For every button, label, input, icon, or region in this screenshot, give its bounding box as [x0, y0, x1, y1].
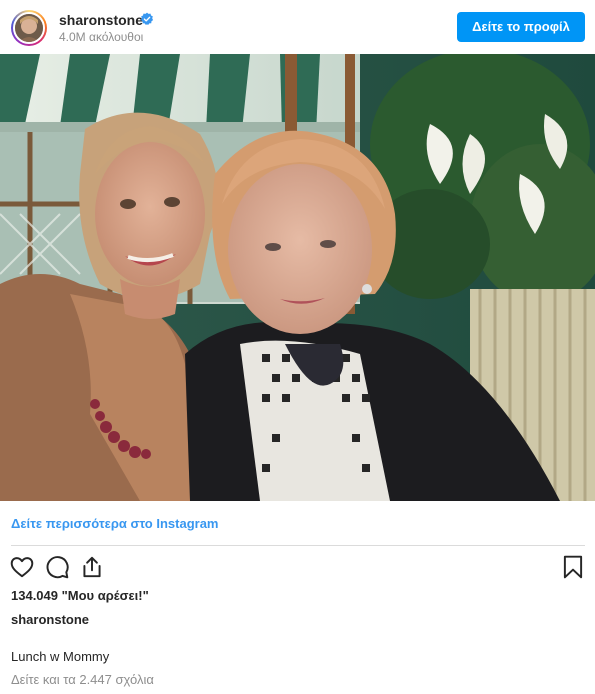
caption-text: Lunch w Mommy: [11, 649, 110, 664]
avatar[interactable]: [11, 10, 47, 46]
verified-badge-icon: [140, 12, 154, 25]
share-icon[interactable]: [79, 554, 105, 580]
like-count[interactable]: 134.049 "Μου αρέσει!": [11, 588, 149, 603]
divider: [11, 545, 585, 546]
follower-count: 4.0M ακόλουθοι: [59, 30, 144, 44]
view-all-comments-link[interactable]: Δείτε και τα 2.447 σχόλια: [11, 672, 154, 687]
heart-icon[interactable]: [9, 554, 35, 580]
comment-icon[interactable]: [44, 554, 70, 580]
bookmark-icon[interactable]: [560, 554, 586, 580]
view-profile-button[interactable]: Δείτε το προφίλ: [457, 12, 585, 42]
caption-username[interactable]: sharonstone: [11, 612, 89, 627]
post-header: sharonstone 4.0M ακόλουθοι Δείτε το προφ…: [0, 0, 595, 54]
see-more-on-instagram-link[interactable]: Δείτε περισσότερα στο Instagram: [11, 516, 219, 531]
post-photo[interactable]: [0, 54, 595, 501]
username[interactable]: sharonstone: [59, 12, 143, 28]
avatar-image: [13, 12, 45, 44]
